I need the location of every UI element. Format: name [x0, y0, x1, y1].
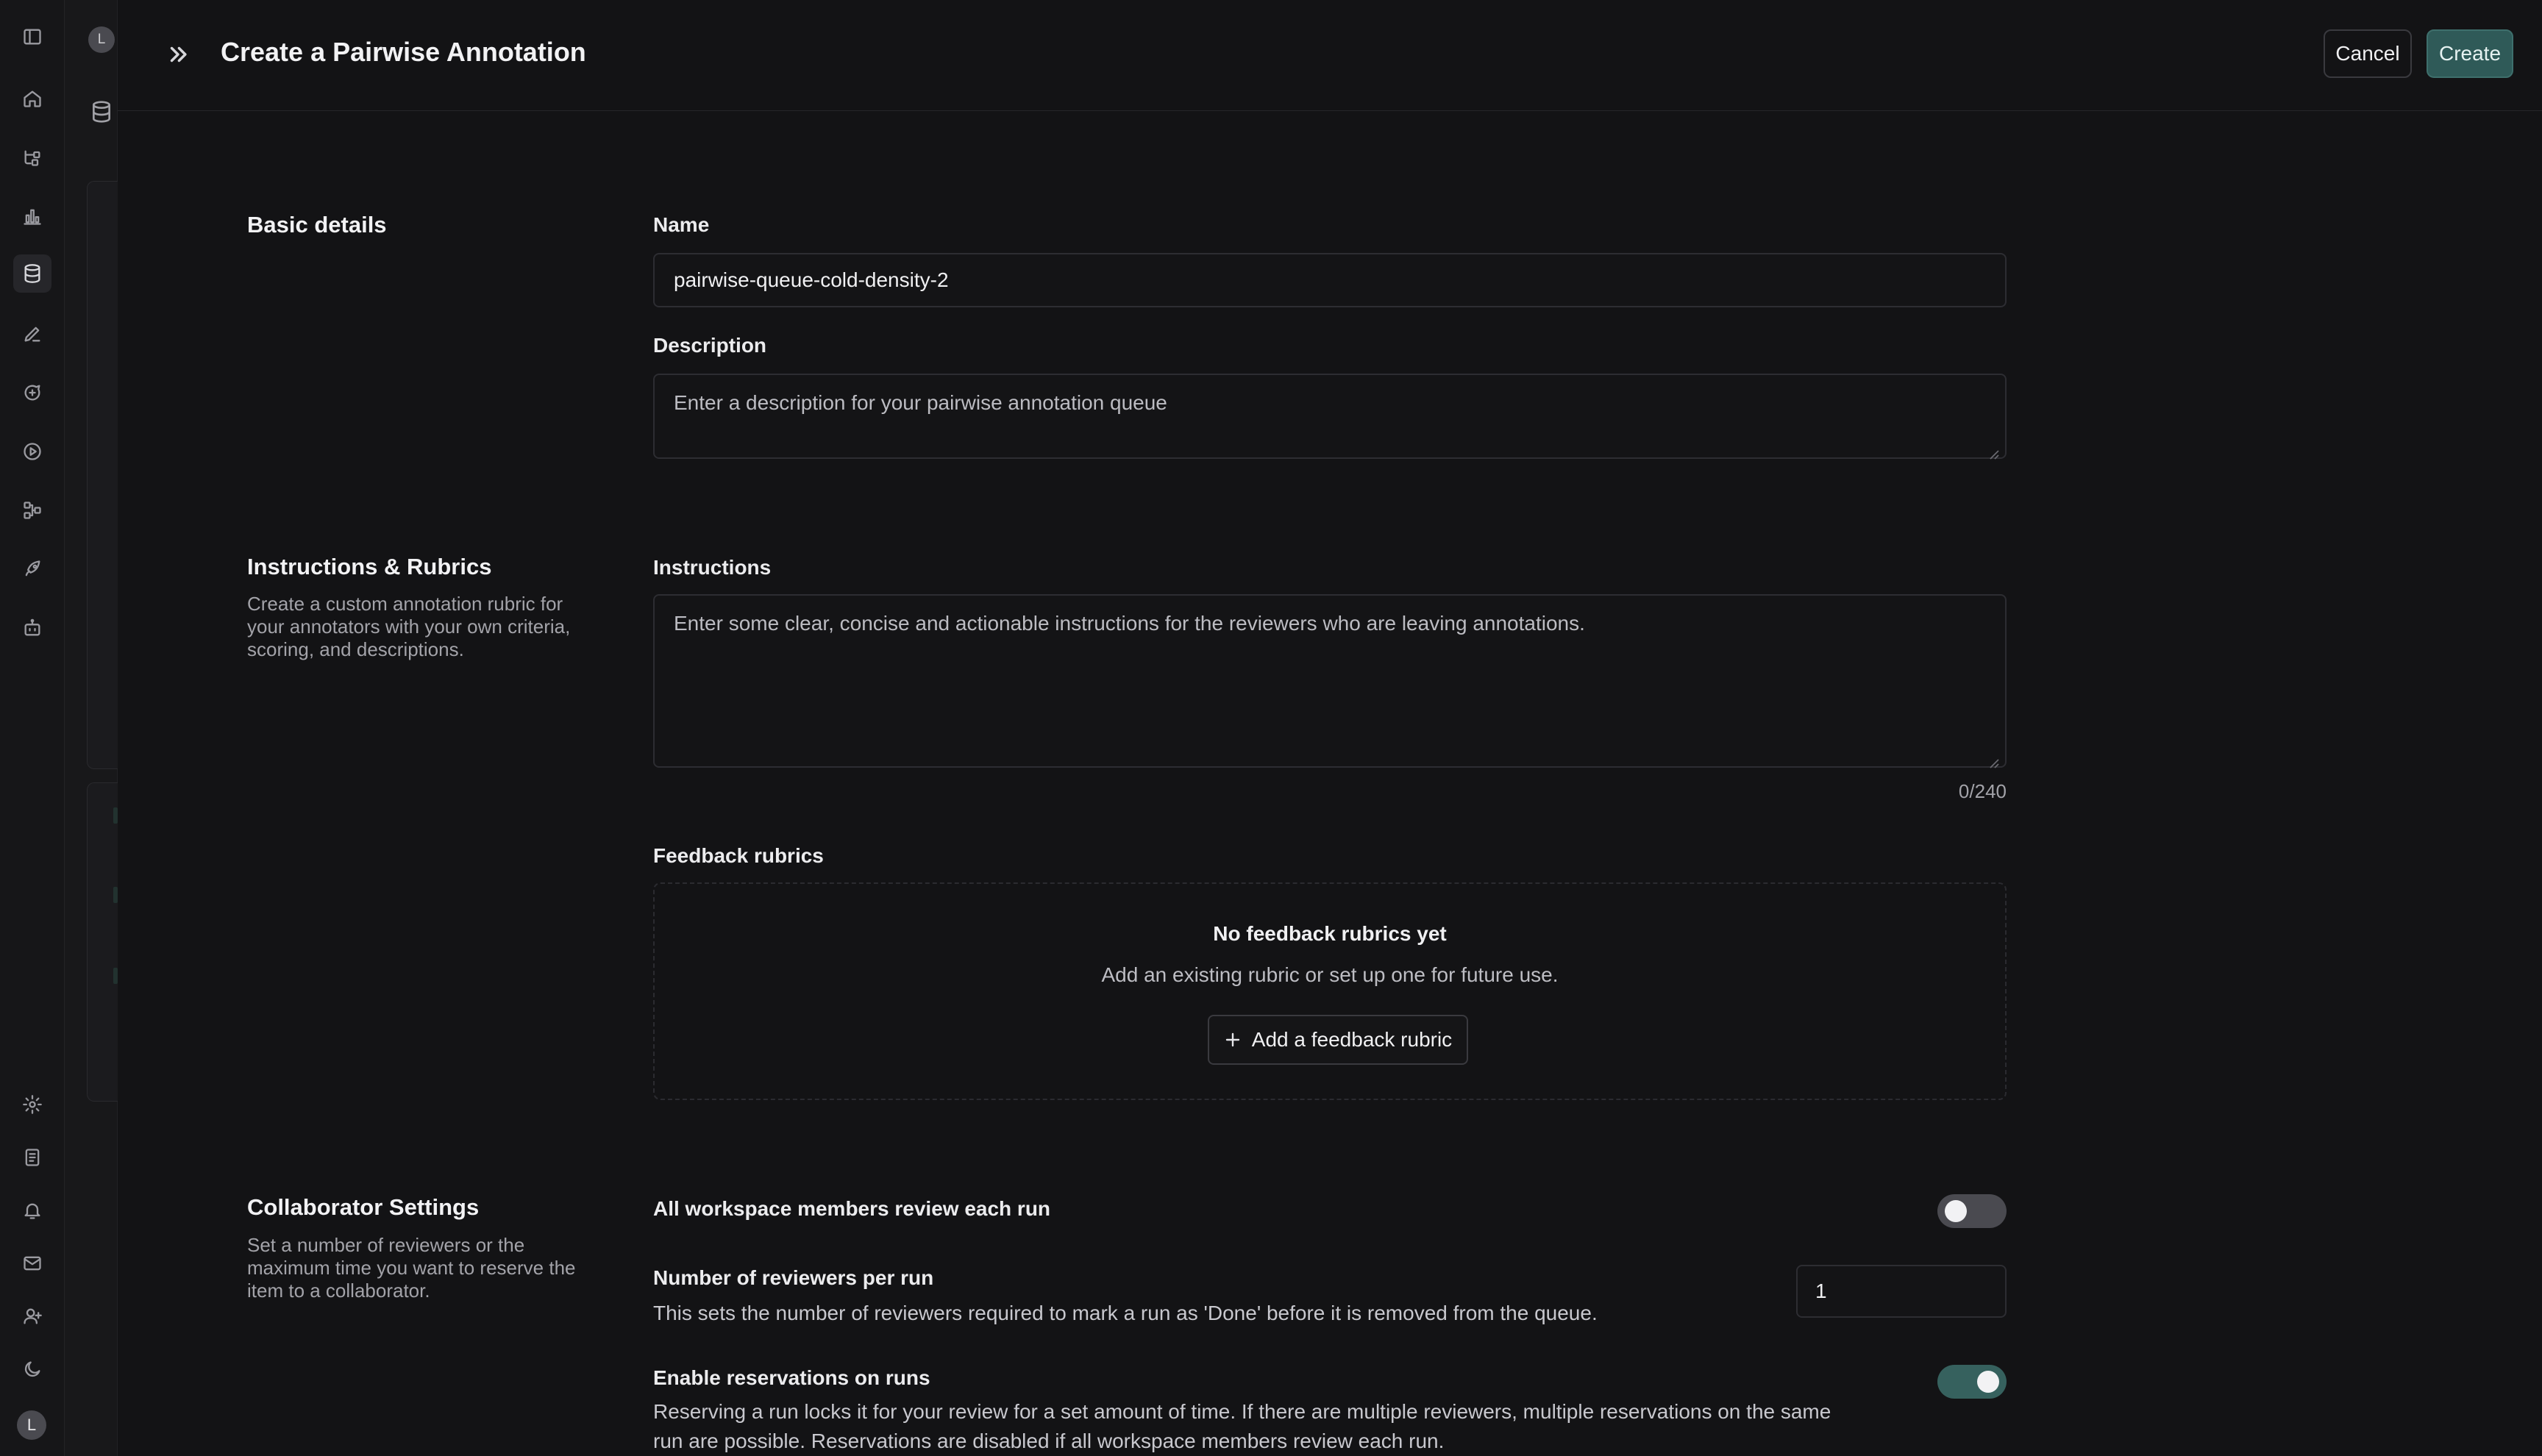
chat-plus-icon[interactable] [13, 374, 51, 412]
instructions-placeholder: Enter some clear, concise and actionable… [674, 612, 1585, 635]
enable-reservations-desc: Reserving a run locks it for your review… [653, 1400, 1831, 1452]
reviewers-per-run-value: 1 [1815, 1280, 1827, 1302]
rubrics-empty-state: No feedback rubrics yet Add an existing … [653, 882, 2007, 1100]
sidebar-toggle-icon[interactable] [13, 18, 51, 56]
all-members-label: All workspace members review each run [653, 1197, 1051, 1220]
plus-icon [1225, 1032, 1239, 1047]
instructions-char-counter: 0/240 [1958, 780, 2007, 802]
bell-plus-icon[interactable] [13, 1191, 51, 1230]
toggle-knob [1977, 1371, 1999, 1393]
create-annotation-sheet: Create a Pairwise Annotation Cancel Crea… [118, 0, 2542, 1456]
reviewers-per-run-desc: This sets the number of reviewers requir… [653, 1302, 1598, 1324]
pen-icon[interactable] [13, 315, 51, 353]
workflow-icon[interactable] [13, 491, 51, 529]
resize-grip-icon[interactable] [1989, 750, 1999, 768]
database-icon[interactable] [13, 254, 51, 293]
chevrons-right-icon [170, 46, 187, 63]
enable-reservations-label: Enable reservations on runs [653, 1366, 930, 1389]
user-avatar[interactable]: L [17, 1410, 46, 1440]
cancel-button[interactable]: Cancel [2324, 29, 2412, 78]
feedback-rubrics-label: Feedback rubrics [653, 844, 824, 867]
name-label: Name [653, 213, 710, 236]
workspace-avatar: L [88, 26, 115, 53]
instructions-textarea[interactable]: Enter some clear, concise and actionable… [653, 594, 2007, 768]
name-input-value: pairwise-queue-cold-density-2 [674, 268, 949, 291]
play-circle-icon[interactable] [13, 432, 51, 471]
mail-icon[interactable] [13, 1244, 51, 1282]
settings-icon[interactable] [13, 1085, 51, 1124]
icon-rail: L [0, 0, 65, 1456]
docs-icon[interactable] [13, 1138, 51, 1177]
description-label: Description [653, 334, 767, 357]
collapse-sheet-button[interactable] [163, 38, 193, 71]
secondary-sidebar: L [65, 0, 118, 1456]
background-panel [87, 181, 118, 769]
moon-icon[interactable] [13, 1350, 51, 1388]
robot-icon[interactable] [13, 609, 51, 647]
resize-grip-icon[interactable] [1989, 441, 1999, 460]
tracing-icon[interactable] [13, 138, 51, 176]
collaborator-settings-title: Collaborator Settings [247, 1194, 480, 1220]
instructions-label: Instructions [653, 556, 772, 579]
reviewers-per-run-label: Number of reviewers per run [653, 1266, 934, 1289]
name-input[interactable]: pairwise-queue-cold-density-2 [653, 253, 2007, 307]
rocket-icon[interactable] [13, 550, 51, 588]
add-feedback-rubric-button[interactable]: Add a feedback rubric [1208, 1015, 1468, 1065]
all-members-toggle[interactable] [1937, 1194, 2007, 1228]
user-plus-icon[interactable] [13, 1297, 51, 1335]
collaborator-settings-desc: Set a number of reviewers or the maximum… [247, 1234, 576, 1302]
toggle-knob [1945, 1200, 1967, 1222]
add-feedback-rubric-label: Add a feedback rubric [1251, 1028, 1453, 1051]
database-icon [90, 100, 113, 124]
chart-icon[interactable] [13, 197, 51, 235]
create-button[interactable]: Create [2427, 29, 2513, 78]
reviewers-per-run-input[interactable]: 1 [1796, 1265, 2007, 1318]
instructions-section-desc: Create a custom annotation rubric for yo… [247, 593, 571, 660]
basic-details-title: Basic details [247, 212, 387, 238]
instructions-section-title: Instructions & Rubrics [247, 554, 492, 579]
enable-reservations-toggle[interactable] [1937, 1365, 2007, 1399]
description-textarea[interactable]: Enter a description for your pairwise an… [653, 374, 2007, 460]
description-placeholder: Enter a description for your pairwise an… [674, 391, 1167, 414]
background-panel [87, 782, 118, 1102]
sheet-header: Create a Pairwise Annotation Cancel Crea… [118, 0, 2542, 111]
empty-state-subtitle: Add an existing rubric or set up one for… [1101, 963, 1559, 986]
page-title: Create a Pairwise Annotation [221, 37, 586, 67]
home-icon[interactable] [13, 79, 51, 118]
empty-state-title: No feedback rubrics yet [1213, 922, 1447, 945]
app-root: L L Create a Pairwise Annotation Cancel … [0, 0, 2542, 1456]
